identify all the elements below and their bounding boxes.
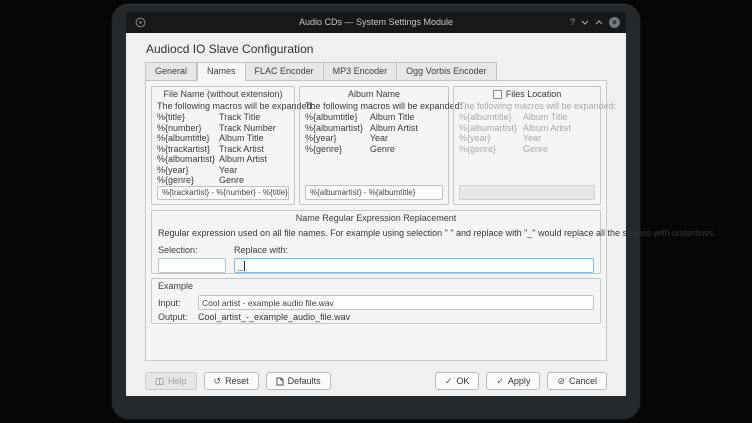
example-group: Example Input: Cool artist - example aud…: [151, 278, 601, 324]
reset-button[interactable]: ↺ Reset: [204, 372, 259, 390]
window-frame: Audio CDs — System Settings Module ? × A…: [112, 4, 640, 419]
ok-button[interactable]: ✓ OK: [435, 372, 480, 390]
macro-row: %{albumartist}Album Artist: [459, 123, 595, 134]
tab-names[interactable]: Names: [197, 62, 246, 81]
minimize-icon[interactable]: [581, 17, 589, 28]
tab-bar: General Names FLAC Encoder MP3 Encoder O…: [145, 62, 607, 81]
example-output-row: Output: Cool_artist_-_example_audio_file…: [158, 312, 594, 322]
files-location-checkbox[interactable]: [493, 90, 502, 99]
files-location-title-row: Files Location: [459, 89, 595, 99]
macro-row: %{year}Year: [157, 165, 289, 176]
page-title: Audiocd IO Slave Configuration: [146, 42, 607, 56]
text-cursor: [244, 261, 245, 271]
album-name-macros-hint: The following macros will be expanded:: [305, 101, 443, 111]
help-button: Help: [145, 372, 197, 390]
macro-row: %{albumartist}Album Artist: [157, 154, 289, 165]
macro-row: %{title}Track Title: [157, 112, 289, 123]
defaults-button[interactable]: Defaults: [266, 372, 331, 390]
example-input-label: Input:: [158, 298, 198, 308]
example-input-field[interactable]: Cool artist - example audio file.wav: [198, 295, 594, 310]
maximize-icon[interactable]: [595, 17, 603, 28]
example-group-title: Example: [158, 281, 594, 291]
replace-with-label: Replace with:: [234, 245, 594, 255]
titlebar[interactable]: Audio CDs — System Settings Module ? ×: [126, 12, 626, 33]
example-output-value: Cool_artist_-_example_audio_file.wav: [198, 312, 350, 322]
files-location-pattern-input: [459, 185, 595, 200]
window-title: Audio CDs — System Settings Module: [126, 12, 626, 33]
macro-row: %{year}Year: [459, 133, 595, 144]
defaults-document-icon: [276, 377, 284, 386]
tab-mp3-encoder[interactable]: MP3 Encoder: [324, 62, 398, 81]
example-input-row: Input: Cool artist - example audio file.…: [158, 295, 594, 310]
titlebar-controls: ? ×: [570, 12, 620, 33]
tab-general[interactable]: General: [145, 62, 197, 81]
album-name-group-title: Album Name: [305, 89, 443, 99]
files-location-group: Files Location The following macros will…: [453, 86, 601, 205]
ok-check-icon: ✓: [445, 377, 453, 386]
macro-row: %{genre}Genre: [157, 175, 289, 186]
macro-row: %{number}Track Number: [157, 123, 289, 134]
close-icon[interactable]: ×: [609, 17, 620, 28]
album-name-pattern-input[interactable]: %{albumartist} - %{albumtitle}: [305, 185, 443, 200]
macro-row: %{albumtitle}Album Title: [157, 133, 289, 144]
names-tab-panel: File Name (without extension) The follow…: [145, 80, 607, 361]
file-name-macros-hint: The following macros will be expanded:: [157, 101, 289, 111]
apply-check-icon: ✓: [496, 377, 504, 386]
dialog-button-row: Help ↺ Reset Defaults ✓ OK ✓: [145, 372, 607, 390]
regex-replacement-group: Name Regular Expression Replacement Regu…: [151, 210, 601, 274]
tab-flac-encoder[interactable]: FLAC Encoder: [246, 62, 324, 81]
cancel-slash-icon: ⊘: [557, 377, 565, 386]
selection-input[interactable]: [158, 258, 226, 273]
context-help-icon[interactable]: ?: [570, 17, 575, 28]
macro-row: %{albumtitle}Album Title: [459, 112, 595, 123]
replace-with-value: _: [238, 261, 243, 271]
macro-row: %{albumartist}Album Artist: [305, 123, 443, 134]
file-name-pattern-input[interactable]: %{trackartist} - %{number} - %{title}: [157, 186, 289, 201]
macro-row: %{trackartist}Track Artist: [157, 144, 289, 155]
macro-row: %{albumtitle}Album Title: [305, 112, 443, 123]
regex-description: Regular expression used on all file name…: [158, 228, 594, 238]
regex-group-title: Name Regular Expression Replacement: [158, 213, 594, 223]
macro-groups-row: File Name (without extension) The follow…: [151, 86, 601, 205]
macro-row: %{genre}Genre: [305, 144, 443, 155]
file-name-group-title: File Name (without extension): [157, 89, 289, 99]
tab-ogg-vorbis-encoder[interactable]: Ogg Vorbis Encoder: [397, 62, 497, 81]
file-name-group: File Name (without extension) The follow…: [151, 86, 295, 205]
macro-row: %{genre}Genre: [459, 144, 595, 155]
macro-row: %{year}Year: [305, 133, 443, 144]
selection-field-block: Selection:: [158, 245, 226, 273]
reset-undo-icon: ↺: [214, 377, 222, 386]
files-location-macros-hint: The following macros will be expanded:: [459, 101, 595, 111]
replace-field-block: Replace with: _: [234, 245, 594, 273]
replace-with-input[interactable]: _: [234, 258, 594, 273]
selection-label: Selection:: [158, 245, 226, 255]
desktop-background: Audio CDs — System Settings Module ? × A…: [0, 0, 752, 423]
apply-button[interactable]: ✓ Apply: [486, 372, 540, 390]
regex-fields-row: Selection: Replace with: _: [158, 245, 594, 273]
help-book-icon: [155, 377, 164, 386]
album-name-group: Album Name The following macros will be …: [299, 86, 449, 205]
cancel-button[interactable]: ⊘ Cancel: [547, 372, 607, 390]
example-output-label: Output:: [158, 312, 198, 322]
files-location-label: Files Location: [506, 89, 562, 99]
settings-module-window: Audiocd IO Slave Configuration General N…: [126, 33, 626, 396]
